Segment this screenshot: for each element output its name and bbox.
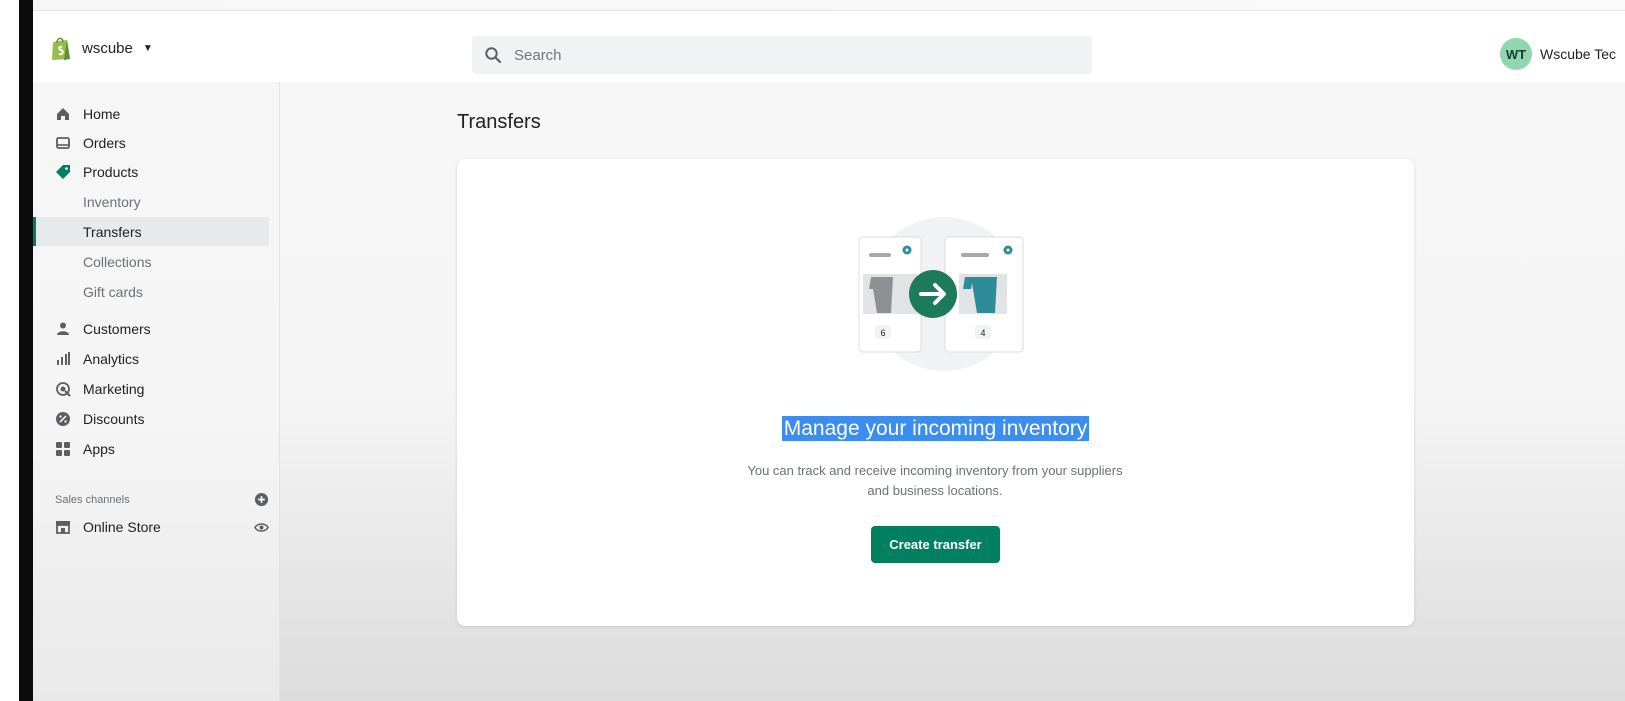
search-icon	[485, 47, 502, 64]
sidebar-item-online-store: Online Store	[55, 519, 269, 535]
sidebar-subitem-inventory[interactable]: Inventory	[33, 187, 269, 216]
store-switcher[interactable]: wscube ▼	[50, 35, 153, 61]
sales-channels-header: Sales channels	[55, 492, 269, 507]
sidebar-item-products[interactable]: Products	[33, 157, 269, 187]
sidebar: Home Orders Products Inventory Transfers…	[33, 82, 280, 701]
sidebar-item-label: Products	[83, 164, 139, 180]
left-border	[0, 0, 33, 701]
empty-state-heading: Manage your incoming inventory	[457, 416, 1414, 441]
shopify-bag-icon	[52, 37, 70, 60]
sidebar-item-apps[interactable]: Apps	[33, 434, 269, 464]
tag-icon	[56, 165, 70, 179]
browser-bookmarks-strip	[33, 0, 1625, 11]
grid-icon	[56, 442, 70, 456]
top-bar: wscube ▼ WT Wscube Tec	[33, 11, 1625, 83]
person-icon	[57, 322, 69, 335]
sidebar-item-discounts[interactable]: Discounts	[33, 404, 269, 434]
sidebar-item-marketing[interactable]: Marketing	[33, 374, 269, 404]
create-transfer-button[interactable]: Create transfer	[871, 526, 1000, 563]
sidebar-subitem-gift-cards[interactable]: Gift cards	[33, 277, 269, 306]
sidebar-item-label: Customers	[83, 321, 151, 337]
page-title: Transfers	[457, 111, 541, 133]
sidebar-subitem-transfers[interactable]: Transfers	[33, 217, 269, 246]
eye-icon[interactable]	[254, 520, 269, 535]
avatar: WT	[1500, 38, 1532, 70]
account-menu[interactable]: WT Wscube Tec	[1500, 38, 1616, 70]
empty-state-card: 6 4 Manage your incoming inventory You c…	[457, 159, 1414, 626]
right-count: 4	[980, 328, 985, 338]
sidebar-item-label: Home	[83, 106, 121, 122]
main-content: Transfers 6 4 Manage your incoming inven…	[280, 82, 1625, 701]
store-name: wscube	[82, 39, 133, 57]
sidebar-item-customers[interactable]: Customers	[33, 314, 269, 344]
online-store-label: Online Store	[83, 519, 161, 535]
online-store-link[interactable]: Online Store	[55, 519, 161, 535]
sidebar-item-home[interactable]: Home	[33, 99, 269, 129]
sidebar-subitem-label: Gift cards	[83, 283, 143, 300]
sidebar-item-orders[interactable]: Orders	[33, 128, 269, 158]
sidebar-item-label: Marketing	[83, 381, 145, 397]
add-circle-icon[interactable]	[254, 492, 269, 507]
sidebar-subitem-label: Inventory	[83, 193, 141, 210]
transfer-illustration: 6 4	[858, 217, 1024, 371]
empty-state-heading-text: Manage your incoming inventory	[781, 416, 1090, 441]
sidebar-item-label: Analytics	[83, 351, 140, 367]
orders-icon	[56, 137, 70, 149]
account-name: Wscube Tec	[1540, 46, 1616, 62]
storefront-icon	[56, 521, 70, 534]
sidebar-subitem-label: Transfers	[83, 223, 142, 240]
search-input[interactable]	[512, 45, 1076, 65]
sidebar-item-analytics[interactable]: Analytics	[33, 344, 269, 374]
target-icon	[56, 382, 71, 397]
sidebar-subitem-collections[interactable]: Collections	[33, 247, 269, 276]
empty-state-description: You can track and receive incoming inven…	[747, 463, 1123, 498]
left-count: 6	[880, 328, 885, 338]
home-icon	[57, 108, 69, 120]
bar-chart-icon	[57, 352, 70, 365]
sales-channels-label: Sales channels	[55, 493, 130, 506]
caret-down-icon: ▼	[142, 42, 153, 54]
sidebar-item-label: Apps	[83, 441, 115, 457]
sidebar-item-label: Discounts	[83, 411, 145, 427]
discount-icon	[56, 412, 70, 426]
search-bar[interactable]	[472, 36, 1092, 74]
sidebar-item-label: Orders	[83, 135, 126, 151]
sidebar-subitem-label: Collections	[83, 253, 152, 270]
